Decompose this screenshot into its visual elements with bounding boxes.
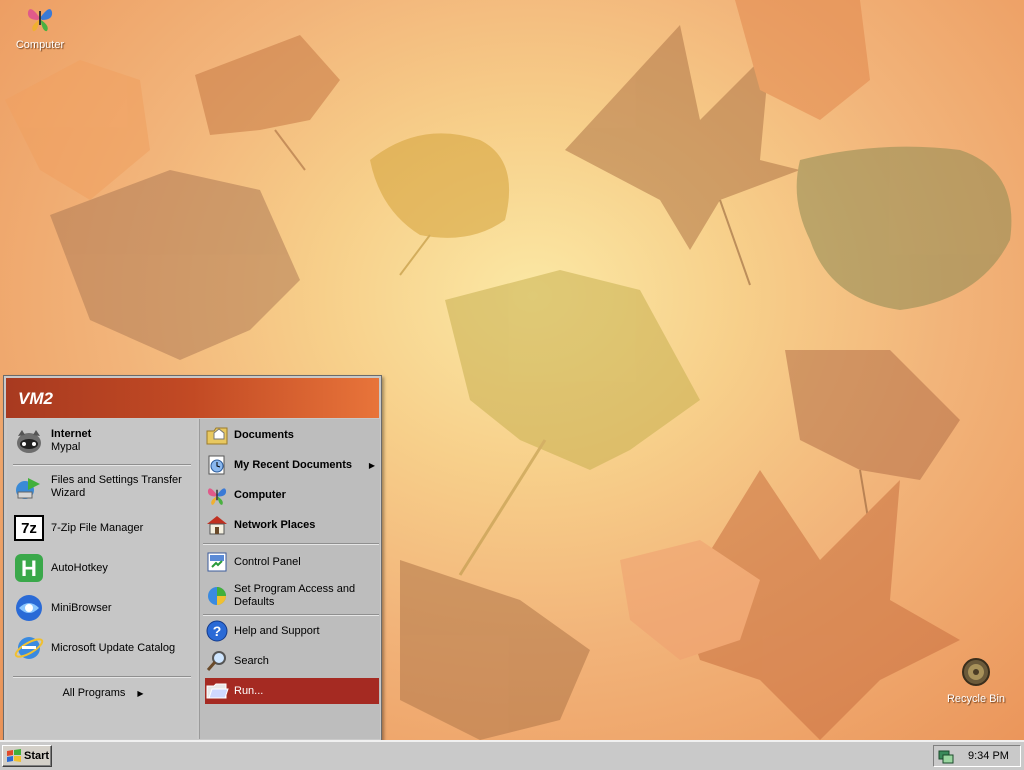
program-7zip[interactable]: 7z 7-Zip File Manager <box>13 511 193 545</box>
program-minibrowser[interactable]: MiniBrowser <box>13 591 193 625</box>
system-tray: 9:34 PM <box>933 745 1021 767</box>
butterfly-icon <box>27 9 53 32</box>
recycle-bin-icon <box>962 658 990 686</box>
documents-folder-icon <box>205 423 229 447</box>
pinned-internet-subtitle: Mypal <box>51 441 81 453</box>
run-icon <box>205 679 229 703</box>
place-computer[interactable]: Computer <box>205 481 379 509</box>
internet-explorer-icon <box>13 632 45 664</box>
place-label: My Recent Documents <box>234 458 352 471</box>
svg-text:H: H <box>21 556 37 581</box>
7zip-icon: 7z <box>13 512 45 544</box>
run-label: Run... <box>234 684 264 697</box>
program-autohotkey[interactable]: H AutoHotkey <box>13 551 193 585</box>
start-button[interactable]: Start <box>2 745 52 767</box>
butterfly-icon <box>205 483 229 507</box>
program-microsoft-update-catalog[interactable]: Microsoft Update Catalog <box>13 631 193 665</box>
separator <box>203 614 379 616</box>
help-icon: ? <box>205 619 229 643</box>
separator <box>203 543 379 545</box>
start-label: Start <box>24 750 50 762</box>
program-label: 7-Zip File Manager <box>51 521 144 534</box>
network-house-icon <box>205 513 229 537</box>
help-and-support[interactable]: ? Help and Support <box>205 618 379 644</box>
autohotkey-icon: H <box>13 552 45 584</box>
place-network-places[interactable]: Network Places <box>205 511 379 539</box>
run[interactable]: Run... <box>205 678 379 704</box>
svg-text:7z: 7z <box>21 520 37 537</box>
desktop-icon-computer[interactable]: Computer <box>4 2 76 51</box>
setting-label: Control Panel <box>234 555 301 568</box>
raccoon-browser-icon <box>13 425 45 457</box>
setting-program-access-defaults[interactable]: Set Program Access and Defaults <box>205 579 379 613</box>
start-menu: VM2 Internet Mypal Files and Settings Tr… <box>3 375 382 744</box>
place-label: Documents <box>234 428 294 441</box>
separator <box>13 464 191 466</box>
program-label: AutoHotkey <box>51 561 108 574</box>
help-label: Help and Support <box>234 624 320 637</box>
taskbar: Start 9:34 PM <box>0 740 1024 770</box>
svg-text:?: ? <box>213 623 222 639</box>
desktop-icon-recycle-bin[interactable]: Recycle Bin <box>940 656 1012 705</box>
clock[interactable]: 9:34 PM <box>968 750 1009 762</box>
arrow-right-icon: ▶ <box>137 688 144 698</box>
windows-flag-icon <box>7 749 21 762</box>
start-menu-places-pane: Documents My Recent Documents ▶ Computer… <box>199 419 380 739</box>
pinned-internet[interactable]: Internet Mypal <box>13 423 193 459</box>
place-label: Network Places <box>234 518 316 531</box>
program-label: Microsoft Update Catalog <box>51 641 176 654</box>
start-menu-programs-pane: Internet Mypal Files and Settings Transf… <box>7 419 197 739</box>
all-programs-button[interactable]: All Programs ▶ <box>13 683 193 703</box>
program-label: Files and Settings Transfer Wizard <box>51 474 182 499</box>
place-my-recent-documents[interactable]: My Recent Documents ▶ <box>205 451 379 479</box>
place-label: Computer <box>234 488 286 501</box>
start-menu-header: VM2 <box>6 378 379 418</box>
recent-documents-icon <box>205 453 229 477</box>
search-label: Search <box>234 654 269 667</box>
network-tray-icon[interactable] <box>938 748 954 764</box>
control-panel-icon <box>205 550 229 574</box>
setting-label: Set Program Access and Defaults <box>234 583 356 608</box>
search[interactable]: Search <box>205 648 379 674</box>
user-name: VM2 <box>18 389 53 408</box>
transfer-wizard-icon <box>13 471 45 503</box>
minibrowser-icon <box>13 592 45 624</box>
setting-control-panel[interactable]: Control Panel <box>205 549 379 575</box>
separator <box>13 676 191 678</box>
desktop-icon-label: Computer <box>15 39 65 51</box>
pinned-internet-title: Internet <box>51 428 92 440</box>
place-documents[interactable]: Documents <box>205 421 379 449</box>
all-programs-label: All Programs <box>62 687 126 699</box>
program-label: MiniBrowser <box>51 601 112 614</box>
program-files-settings-transfer[interactable]: Files and Settings Transfer Wizard <box>13 468 193 506</box>
search-icon <box>205 649 229 673</box>
submenu-arrow-icon: ▶ <box>368 460 375 470</box>
program-access-icon <box>205 584 229 608</box>
desktop-icon-label: Recycle Bin <box>946 693 1006 705</box>
